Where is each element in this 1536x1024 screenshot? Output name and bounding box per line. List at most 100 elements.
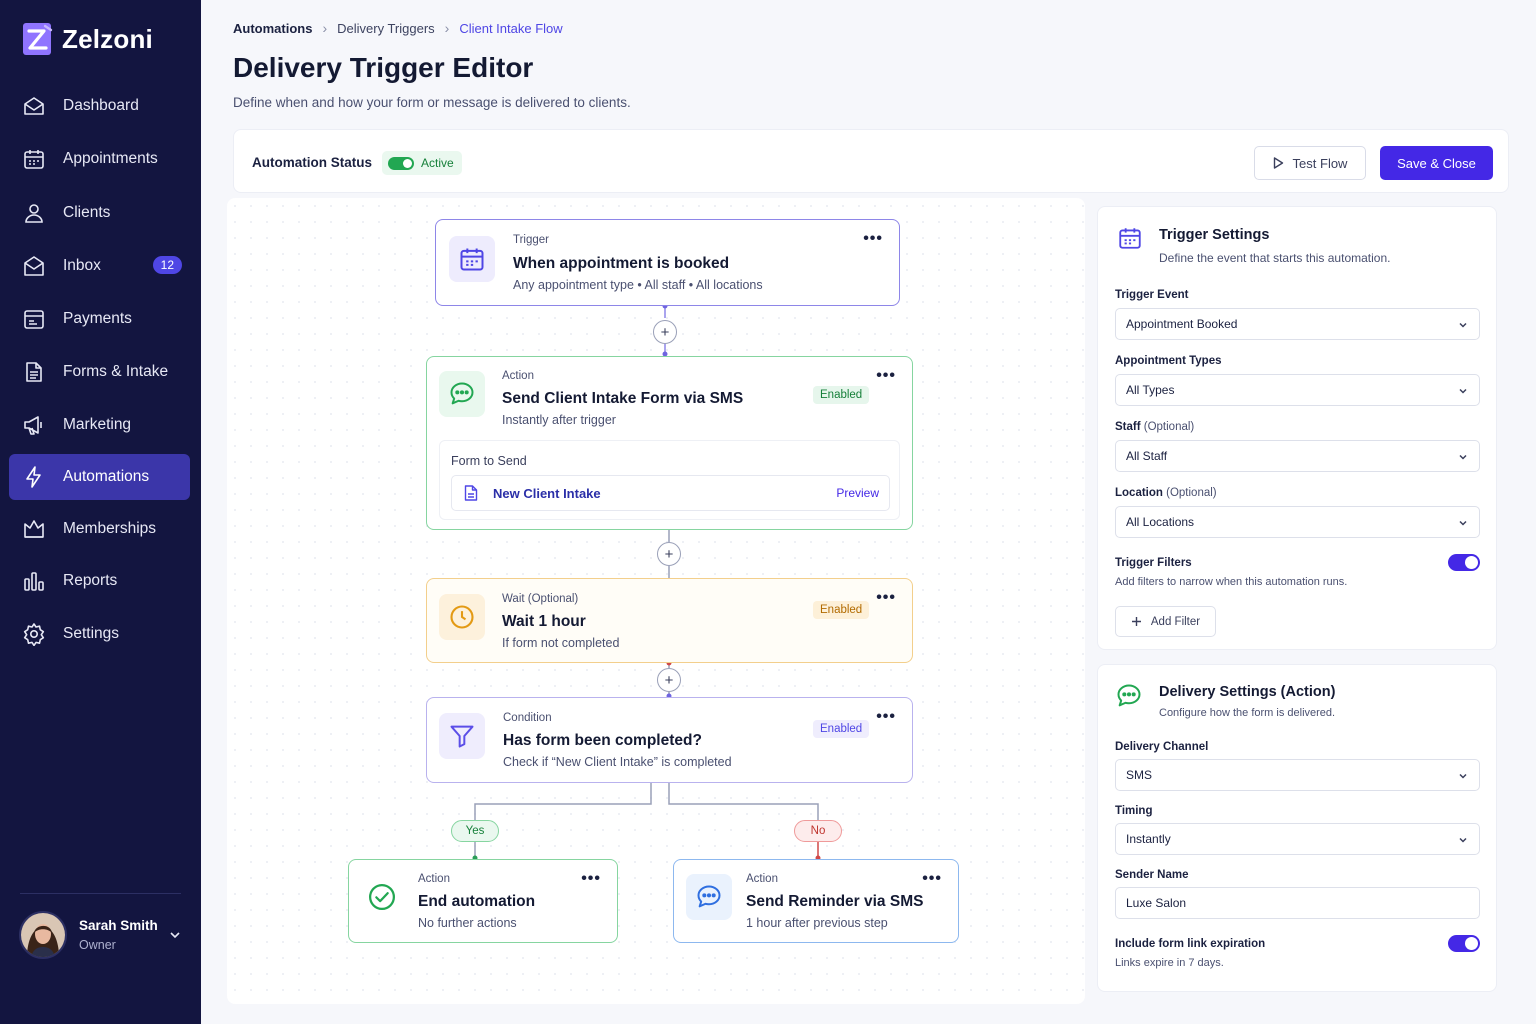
calendar-icon — [449, 236, 495, 282]
form-name: New Client Intake — [493, 485, 601, 501]
status-text: Active — [421, 156, 454, 170]
node-title: End automation — [418, 893, 536, 910]
sidebar-item-memberships[interactable]: Memberships — [9, 506, 190, 552]
selected-form-row[interactable]: New Client Intake Preview — [451, 475, 890, 511]
sidebar-item-label: Forms & Intake — [63, 363, 169, 380]
test-flow-label: Test Flow — [1292, 155, 1348, 171]
clock-icon — [439, 594, 485, 640]
sidebar-item-appointments[interactable]: Appointments — [9, 136, 190, 182]
wallet-icon — [24, 310, 44, 329]
preview-link[interactable]: Preview — [836, 486, 879, 500]
flow-canvas[interactable]: + + + Trigger When appointment is booked… — [227, 198, 1085, 1004]
trigger-node[interactable]: Trigger When appointment is booked Any a… — [435, 219, 900, 306]
more-options-icon[interactable]: ••• — [922, 871, 942, 887]
panel-subtitle: Configure how the form is delivered. — [1159, 707, 1336, 719]
user-name: Sarah Smith — [79, 918, 158, 933]
bar-chart-icon — [24, 572, 44, 591]
trigger-event-select[interactable]: Appointment Booked — [1115, 308, 1480, 340]
sidebar-item-dashboard[interactable]: Dashboard — [9, 83, 190, 129]
node-desc: 1 hour after previous step — [746, 916, 888, 930]
sidebar-item-settings[interactable]: Settings — [9, 611, 190, 657]
breadcrumb-automations[interactable]: Automations — [233, 21, 312, 36]
user-menu[interactable]: Sarah Smith Owner — [19, 911, 189, 959]
more-options-icon[interactable]: ••• — [876, 590, 896, 606]
breadcrumb-delivery-triggers[interactable]: Delivery Triggers — [337, 21, 435, 36]
sidebar-item-payments[interactable]: Payments — [9, 296, 190, 342]
staff-select[interactable]: All Staff — [1115, 440, 1480, 472]
chat-bubble-icon — [439, 371, 485, 417]
chevron-down-icon — [1459, 520, 1467, 526]
sidebar-item-label: Appointments — [63, 150, 158, 167]
node-desc: Any appointment type • All staff • All l… — [513, 278, 763, 292]
sidebar-item-reports[interactable]: Reports — [9, 558, 190, 604]
sender-name-label: Sender Name — [1115, 869, 1189, 881]
select-value: Instantly — [1126, 832, 1171, 846]
sidebar: Zelzoni Dashboard Appointments Clients I… — [0, 0, 201, 1024]
chevron-down-icon — [1459, 388, 1467, 394]
trigger-filters-desc: Add filters to narrow when this automati… — [1115, 576, 1348, 588]
sidebar-item-clients[interactable]: Clients — [9, 190, 190, 236]
megaphone-icon — [24, 416, 42, 435]
chevron-down-icon — [1459, 454, 1467, 460]
condition-node[interactable]: Condition Has form been completed? Check… — [426, 697, 913, 783]
user-icon — [25, 204, 43, 223]
staff-label: Staff (Optional) — [1115, 421, 1195, 433]
add-step-button[interactable]: + — [657, 668, 681, 692]
check-circle-icon — [359, 874, 405, 920]
delivery-channel-select[interactable]: SMS — [1115, 759, 1480, 791]
more-options-icon[interactable]: ••• — [876, 368, 896, 384]
test-flow-button[interactable]: Test Flow — [1254, 146, 1366, 180]
sender-name-input[interactable]: Luxe Salon — [1115, 887, 1480, 919]
plus-icon — [1131, 617, 1141, 626]
trigger-filters-toggle[interactable] — [1448, 554, 1480, 571]
wait-node[interactable]: Wait (Optional) Wait 1 hour If form not … — [426, 578, 913, 663]
send-reminder-node[interactable]: Action Send Reminder via SMS 1 hour afte… — [673, 859, 959, 943]
select-value: All Locations — [1126, 515, 1195, 529]
select-value: SMS — [1126, 768, 1153, 782]
more-options-icon[interactable]: ••• — [876, 709, 896, 725]
node-desc: Check if “New Client Intake” is complete… — [503, 755, 732, 769]
home-icon — [24, 97, 44, 115]
sidebar-item-automations[interactable]: Automations — [9, 454, 190, 500]
sidebar-item-label: Automations — [63, 468, 150, 485]
status-badge[interactable]: Active — [382, 151, 462, 175]
delivery-settings-panel: Delivery Settings (Action) Configure how… — [1097, 664, 1497, 992]
add-filter-button[interactable]: Add Filter — [1115, 606, 1216, 637]
select-value: All Types — [1126, 383, 1175, 397]
sidebar-item-marketing[interactable]: Marketing — [9, 402, 190, 448]
input-value: Luxe Salon — [1126, 896, 1187, 910]
status-badge: Enabled — [813, 601, 870, 619]
chevron-down-icon — [1459, 773, 1467, 779]
node-kind: Wait (Optional) — [502, 593, 579, 605]
select-value: All Staff — [1126, 449, 1168, 463]
trigger-settings-panel: Trigger Settings Define the event that s… — [1097, 206, 1497, 650]
calendar-icon — [24, 150, 44, 169]
location-select[interactable]: All Locations — [1115, 506, 1480, 538]
status-toggle[interactable] — [388, 156, 414, 170]
appointment-types-select[interactable]: All Types — [1115, 374, 1480, 406]
chevron-down-icon[interactable] — [169, 929, 181, 941]
calendar-icon — [1119, 228, 1141, 249]
add-step-button[interactable]: + — [653, 320, 677, 344]
more-options-icon[interactable]: ••• — [581, 871, 601, 887]
avatar — [19, 911, 67, 959]
save-close-button[interactable]: Save & Close — [1380, 146, 1493, 180]
node-title: When appointment is booked — [513, 255, 730, 272]
document-icon — [464, 485, 478, 501]
action-node-send-form[interactable]: Action Send Client Intake Form via SMS I… — [426, 356, 913, 530]
status-badge: Enabled — [813, 386, 870, 404]
brand-logo[interactable]: Zelzoni — [22, 22, 153, 56]
brand-name: Zelzoni — [62, 23, 153, 54]
timing-select[interactable]: Instantly — [1115, 823, 1480, 855]
node-desc: Instantly after trigger — [502, 413, 616, 427]
panel-title: Delivery Settings (Action) — [1159, 684, 1336, 700]
sidebar-item-inbox[interactable]: Inbox 12 — [9, 243, 190, 289]
sidebar-item-forms-intake[interactable]: Forms & Intake — [9, 349, 190, 395]
end-automation-node[interactable]: Action End automation No further actions… — [348, 859, 618, 943]
filter-icon — [439, 713, 485, 759]
form-link-expiration-toggle[interactable] — [1448, 935, 1480, 952]
add-step-button[interactable]: + — [657, 542, 681, 566]
node-title: Send Reminder via SMS — [746, 893, 924, 910]
chat-bubble-icon — [686, 874, 732, 920]
more-options-icon[interactable]: ••• — [863, 231, 883, 247]
